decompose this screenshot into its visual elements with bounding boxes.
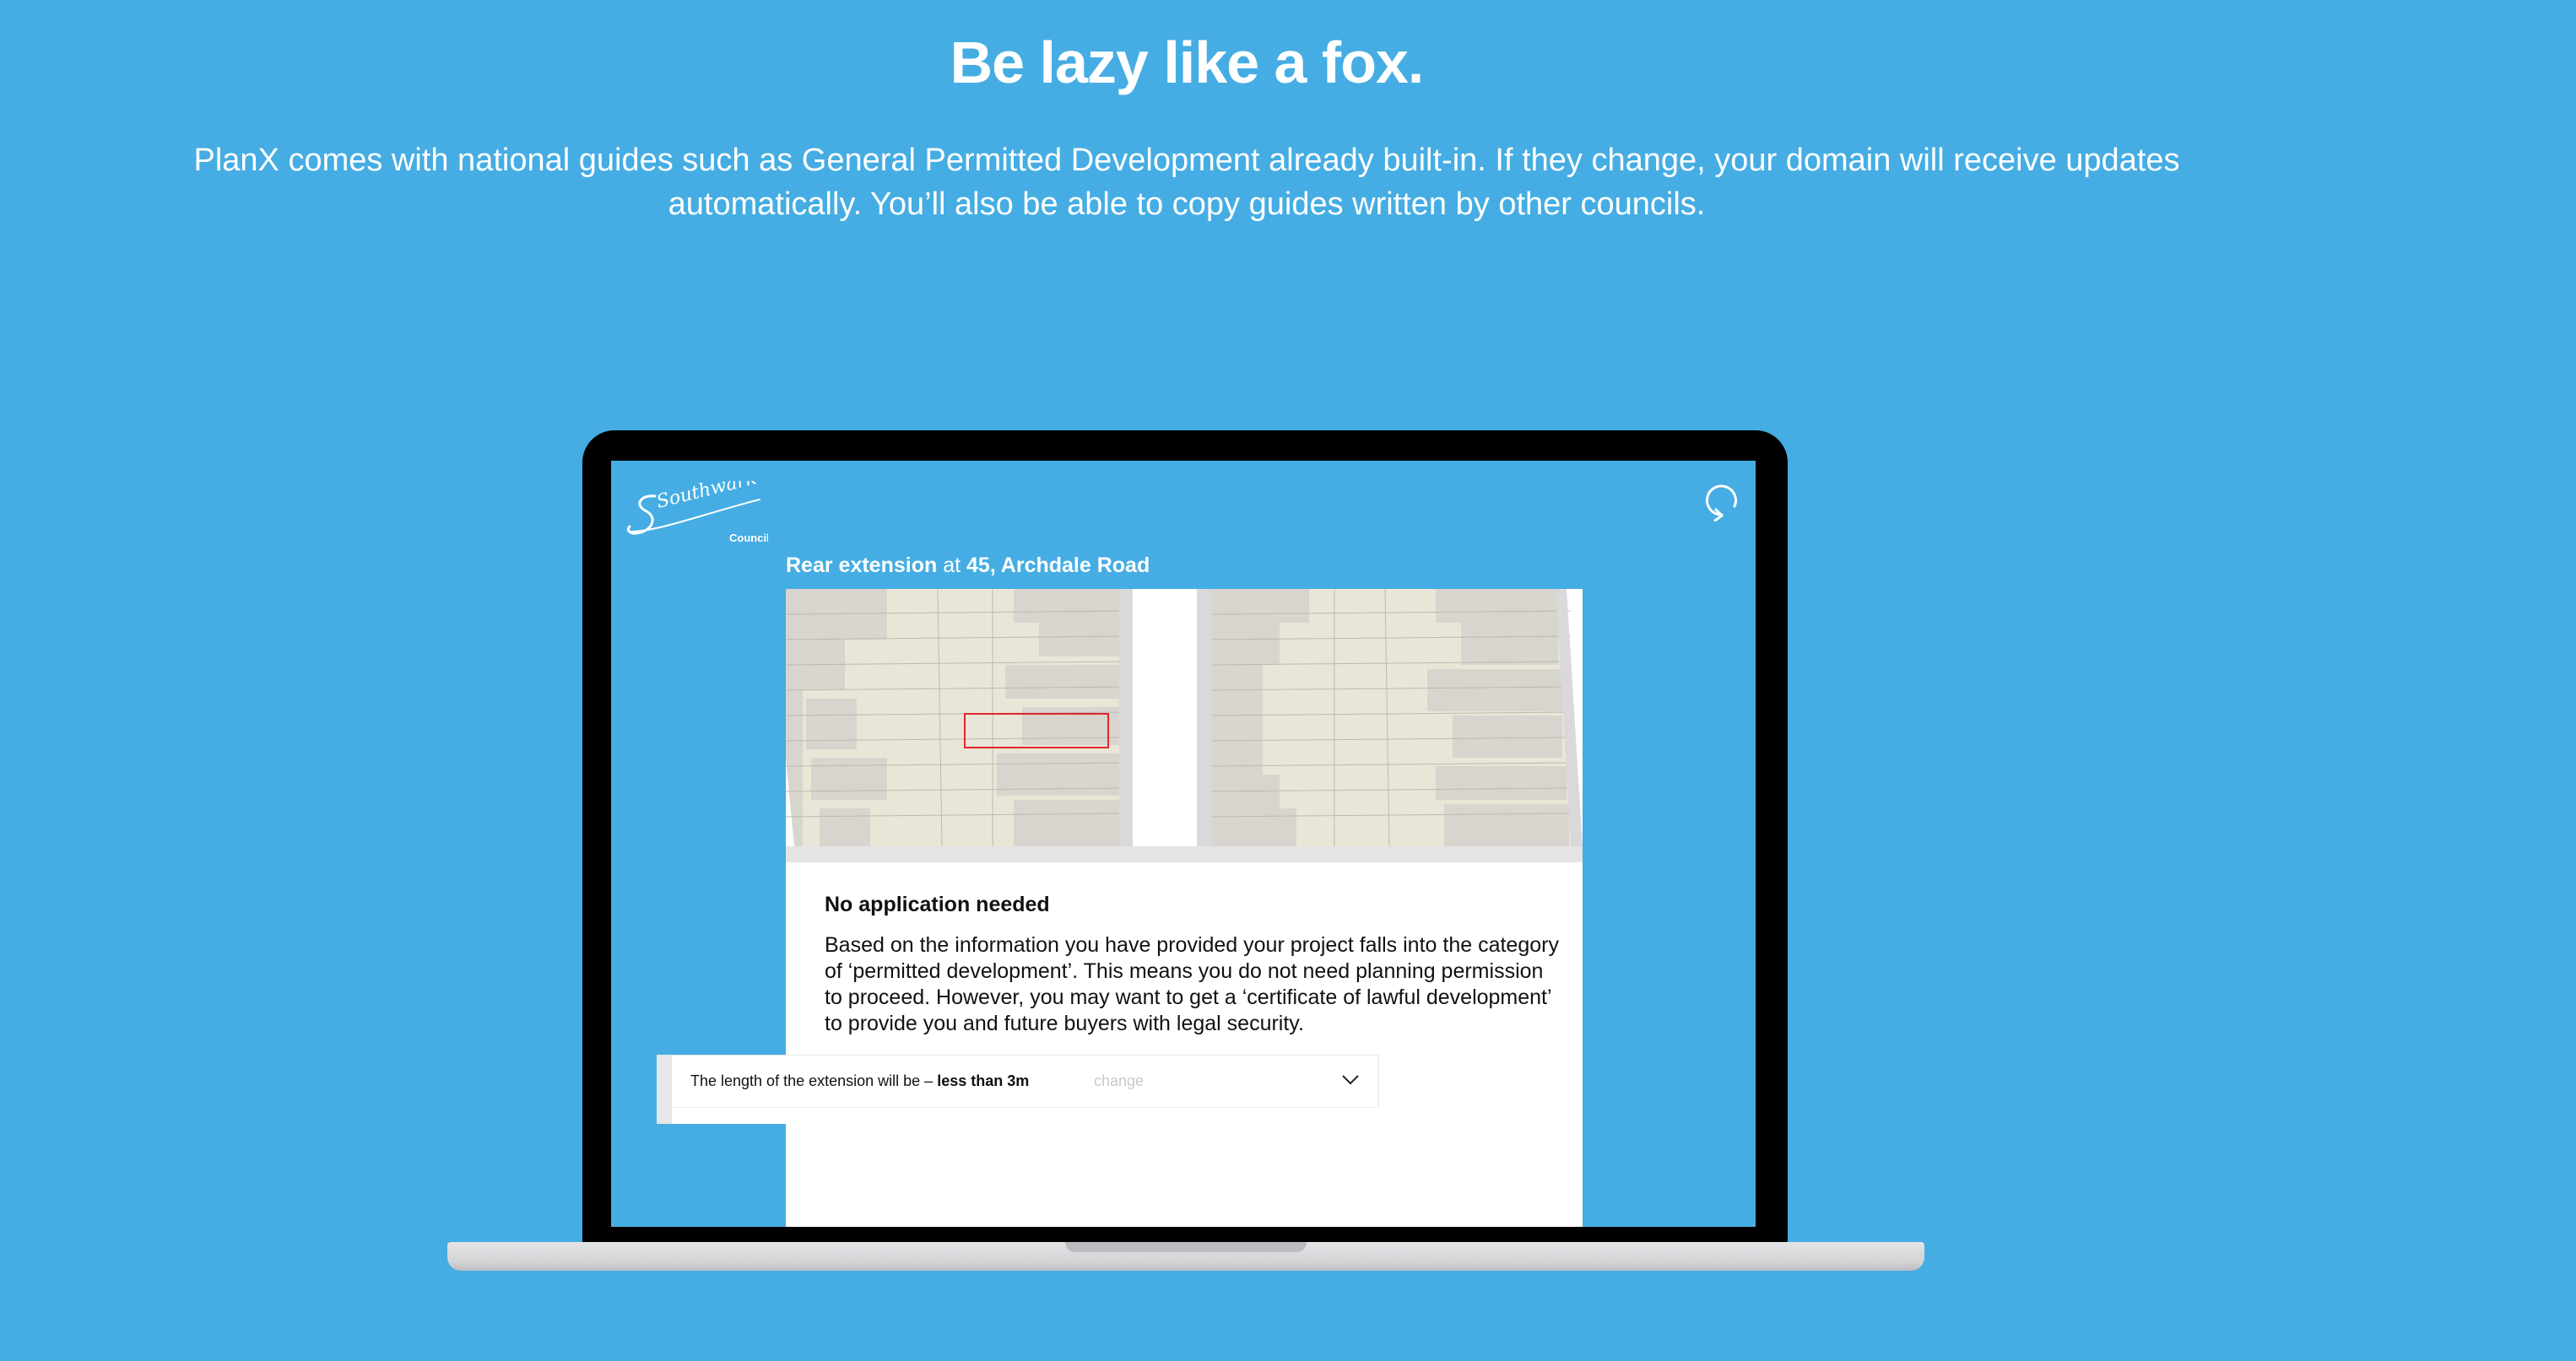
change-link[interactable]: change	[1094, 1072, 1144, 1090]
project-heading: Rear extension at 45, Archdale Road	[786, 554, 1150, 578]
restart-icon[interactable]	[1703, 481, 1740, 526]
reason-text: The length of the extension will be – le…	[690, 1072, 1030, 1089]
laptop-notch	[1065, 1242, 1307, 1252]
result-card: No application needed Based on the infor…	[786, 589, 1583, 1227]
chevron-down-icon[interactable]	[1341, 1074, 1360, 1090]
southwark-logo[interactable]: Southwark Council	[625, 467, 770, 553]
project-address: 45, Archdale Road	[966, 554, 1150, 577]
page-title: Be lazy like a fox.	[950, 30, 1425, 95]
site-map[interactable]	[786, 589, 1583, 862]
logo-subtext: Council	[729, 532, 768, 544]
reason-value: less than 3m	[937, 1072, 1030, 1089]
reason-item-next	[657, 1107, 1379, 1124]
reason-item[interactable]: The length of the extension will be – le…	[657, 1055, 1379, 1109]
logo-wordmark: Southwark	[654, 481, 759, 513]
page-description: PlanX comes with national guides such as…	[193, 143, 2180, 222]
project-type: Rear extension	[786, 554, 938, 577]
result-body: Based on the information you have provid…	[825, 933, 1559, 1035]
laptop-screen: Southwark Council Rear extension at 45, …	[611, 461, 1756, 1227]
project-at: at	[943, 554, 961, 577]
result-heading: No application needed	[825, 893, 1050, 916]
